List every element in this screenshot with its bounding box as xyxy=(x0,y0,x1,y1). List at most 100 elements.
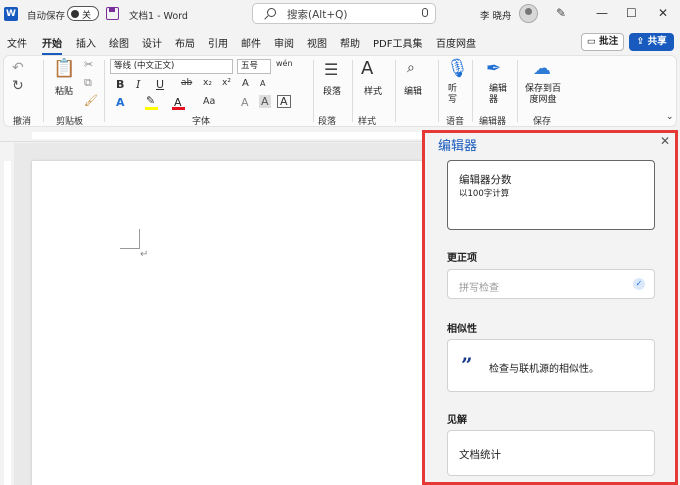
underline-button[interactable]: U xyxy=(156,78,164,91)
highlight-icon[interactable]: ✎ xyxy=(146,94,155,107)
margin-corner-mark xyxy=(120,229,140,249)
tab-mailings[interactable]: 邮件 xyxy=(241,35,261,50)
tab-baidu-netdisk[interactable]: 百度网盘 xyxy=(436,35,476,50)
copy-icon[interactable]: ⧉ xyxy=(84,76,92,90)
tab-pdf-tools[interactable]: PDF工具集 xyxy=(373,35,422,50)
autosave-toggle[interactable]: 关 xyxy=(67,6,99,21)
pen-icon[interactable]: ✎ xyxy=(556,6,566,20)
styles-button-label[interactable]: 样式 xyxy=(364,84,382,97)
similarity-text: 检查与联机源的相似性。 xyxy=(489,364,599,375)
share-icon: ⇪ xyxy=(636,36,645,47)
comment-icon: ▭ xyxy=(586,36,596,47)
horizontal-ruler[interactable] xyxy=(0,128,422,142)
microphone-icon[interactable] xyxy=(422,8,428,17)
document-page[interactable]: ↵ xyxy=(32,161,422,485)
tab-references[interactable]: 引用 xyxy=(208,35,228,50)
divider xyxy=(438,60,439,122)
user-name[interactable]: 李 晓舟 xyxy=(480,8,512,22)
highlight-color-swatch xyxy=(145,107,158,110)
doc-stats-card[interactable]: 文档统计 xyxy=(447,430,655,476)
dictate-microphone-icon[interactable]: 🎙 xyxy=(446,58,469,79)
avatar[interactable] xyxy=(519,4,538,23)
bold-button[interactable]: B xyxy=(116,78,124,91)
divider xyxy=(104,60,105,122)
spellcheck-card[interactable]: 拼写检查 ✓ xyxy=(447,269,655,299)
paragraph-button-label[interactable]: 段落 xyxy=(323,84,341,97)
grow-font-button[interactable]: A xyxy=(242,78,249,89)
paste-label[interactable]: 粘贴 xyxy=(55,84,73,97)
font-group-label: 字体 xyxy=(192,117,211,127)
text-effects-button[interactable]: A xyxy=(116,96,125,109)
find-icon[interactable]: ⌕ xyxy=(407,60,415,76)
tab-review[interactable]: 审阅 xyxy=(274,35,294,50)
clipboard-group-label: 剪贴板 xyxy=(56,117,84,127)
editing-button-label[interactable]: 编辑 xyxy=(404,84,422,97)
tab-draw[interactable]: 绘图 xyxy=(109,35,129,50)
editor-button-label[interactable]: 编辑器 xyxy=(489,84,509,106)
score-subtitle: 以100字计算 xyxy=(459,189,510,199)
tab-home[interactable]: 开始 xyxy=(42,35,62,55)
paragraph-group-label: 段落 xyxy=(318,117,337,127)
autosave-label: 自动保存 xyxy=(27,11,66,22)
ruler-bar xyxy=(32,132,422,139)
share-button[interactable]: ⇪ 共享 xyxy=(629,33,674,51)
search-box[interactable]: 搜索(Alt+Q) xyxy=(252,3,436,24)
format-painter-icon[interactable]: 🖌 xyxy=(84,94,98,107)
paragraph-icon[interactable]: ☰ xyxy=(324,60,338,79)
close-button[interactable]: ✕ xyxy=(658,6,668,20)
editor-group-label: 编辑器 xyxy=(479,117,507,127)
comment-label: 批注 xyxy=(599,36,619,47)
font-size-select[interactable]: 五号 xyxy=(237,59,271,74)
italic-button[interactable]: I xyxy=(136,78,140,91)
doc-stats-label: 文档统计 xyxy=(459,449,501,461)
document-area[interactable]: ↵ xyxy=(14,143,422,485)
voice-group-label: 语音 xyxy=(446,117,465,127)
close-pane-icon[interactable]: ✕ xyxy=(660,134,670,148)
save-icon[interactable] xyxy=(106,7,119,20)
ruler-bar xyxy=(4,161,11,485)
save-baidu-label[interactable]: 保存到百度网盘 xyxy=(524,84,562,106)
strikethrough-button[interactable]: ab xyxy=(181,78,192,88)
paste-icon[interactable]: 📋 xyxy=(53,58,75,79)
editor-icon[interactable]: ✒ xyxy=(486,58,501,79)
redo-icon[interactable]: ↻ xyxy=(12,78,24,94)
divider xyxy=(43,60,44,122)
baidu-cloud-icon[interactable]: ☁ xyxy=(533,58,551,79)
ribbon-tabs: 文件 开始 插入 绘图 设计 布局 引用 邮件 审阅 视图 帮助 PDF工具集 … xyxy=(0,30,680,55)
collapse-ribbon-icon[interactable]: ⌄ xyxy=(666,112,674,122)
font-name-select[interactable]: 等线 (中文正文) xyxy=(110,59,233,74)
phonetic-guide-icon[interactable]: wén xyxy=(276,59,293,68)
subscript-button[interactable]: x₂ xyxy=(203,78,212,88)
search-icon xyxy=(267,8,276,17)
tab-layout[interactable]: 布局 xyxy=(175,35,195,50)
vertical-ruler[interactable] xyxy=(0,143,14,485)
maximize-button[interactable]: ☐ xyxy=(626,6,637,20)
search-placeholder: 搜索(Alt+Q) xyxy=(287,9,348,21)
comment-button[interactable]: ▭ 批注 xyxy=(581,33,624,51)
change-case-button[interactable]: Aa xyxy=(203,96,215,107)
tab-help[interactable]: 帮助 xyxy=(340,35,360,50)
tab-file[interactable]: 文件 xyxy=(7,35,27,50)
character-border-button[interactable]: A xyxy=(277,95,291,108)
minimize-button[interactable]: — xyxy=(596,6,608,20)
similarity-card[interactable]: ” 检查与联机源的相似性。 xyxy=(447,339,655,392)
character-shading-button[interactable]: A xyxy=(259,95,271,108)
tab-view[interactable]: 视图 xyxy=(307,35,327,50)
editor-score-card[interactable]: 编辑器分数 以100字计算 xyxy=(447,160,655,230)
undo-icon[interactable]: ↶ xyxy=(12,60,24,76)
shrink-font-button[interactable]: A xyxy=(260,79,265,88)
tab-insert[interactable]: 插入 xyxy=(76,35,96,50)
paragraph-mark: ↵ xyxy=(140,249,149,260)
cut-icon[interactable]: ✂ xyxy=(84,58,93,71)
save-group-label: 保存 xyxy=(533,117,552,127)
quote-icon: ” xyxy=(461,353,473,377)
styles-icon[interactable]: A xyxy=(361,58,373,79)
dictate-button-label[interactable]: 听写 xyxy=(448,84,460,106)
divider xyxy=(352,60,353,122)
tab-design[interactable]: 设计 xyxy=(142,35,162,50)
title-bar: W 自动保存 关 文档1 - Word 搜索(Alt+Q) 李 晓舟 ✎ — ☐… xyxy=(0,0,680,28)
pane-title: 编辑器 xyxy=(438,139,478,154)
clear-format-button[interactable]: A xyxy=(241,96,249,109)
superscript-button[interactable]: x² xyxy=(222,78,231,88)
ribbon: ↶ ↻ 撤消 📋 粘贴 ✂ ⧉ 🖌 剪贴板 等线 (中文正文) 五号 wén B… xyxy=(3,55,677,127)
